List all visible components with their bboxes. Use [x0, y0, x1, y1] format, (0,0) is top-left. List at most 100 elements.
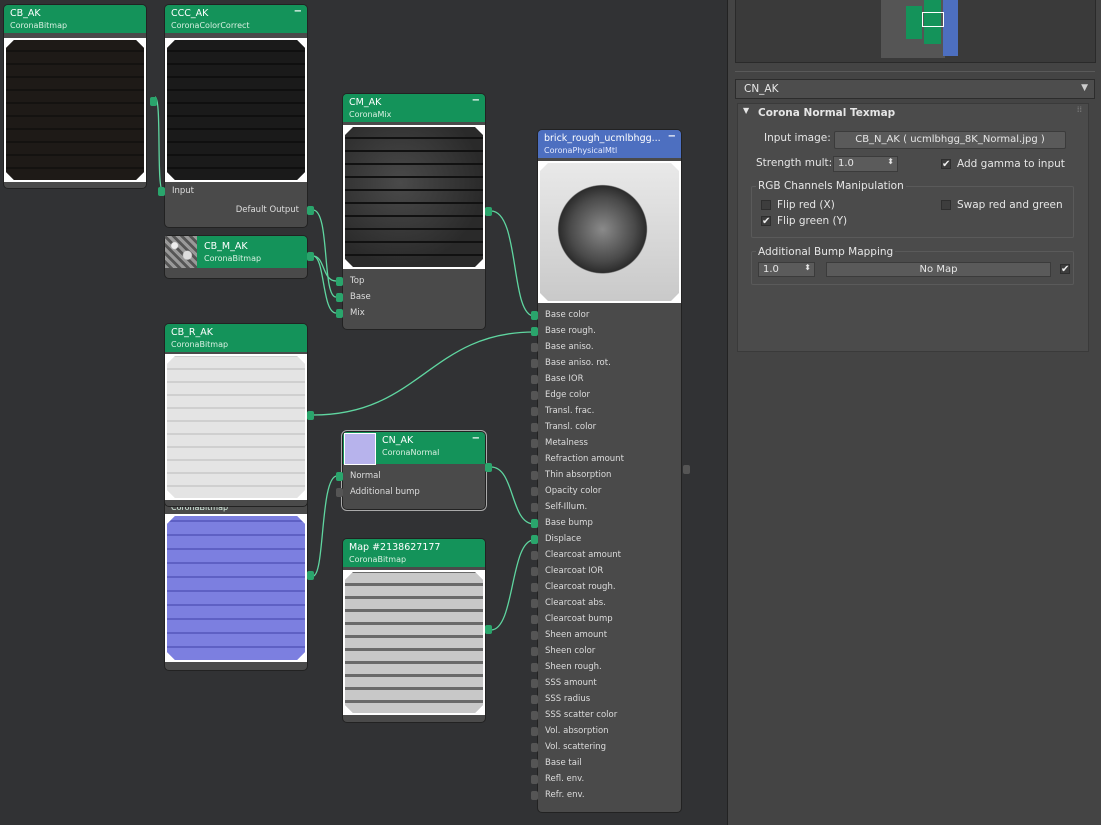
material-slot-pin[interactable]: [531, 695, 538, 704]
node-cb-n-ak[interactable]: CoronaBitmap: [165, 500, 314, 670]
material-slot-pin[interactable]: [531, 503, 538, 512]
node-header[interactable]: brick_rough_ucmlbhgg... CoronaPhysicalMt…: [538, 130, 681, 158]
node-material[interactable]: brick_rough_ucmlbhgg... CoronaPhysicalMt…: [531, 130, 690, 812]
node-header[interactable]: CCC_AK CoronaColorCorrect −: [165, 5, 307, 33]
bump-amount-value: 1.0: [763, 264, 779, 275]
minimize-icon[interactable]: −: [668, 131, 676, 142]
node-header[interactable]: Map #2138627177 CoronaBitmap: [343, 539, 485, 567]
material-slot-pin[interactable]: [531, 647, 538, 656]
swap-red-green-checkbox[interactable]: [941, 200, 951, 210]
material-slot-pin[interactable]: [531, 551, 538, 560]
output-pin[interactable]: [307, 411, 314, 420]
node-cn-ak[interactable]: CN_AK CoronaNormal − Normal Additional b…: [336, 430, 492, 511]
material-slot-pin[interactable]: [531, 455, 538, 464]
flip-green-checkbox[interactable]: ✔: [761, 216, 771, 227]
minimize-icon[interactable]: −: [472, 433, 480, 444]
material-slot-pin[interactable]: [531, 375, 538, 384]
node-cm-ak[interactable]: CM_AK CoronaMix − Top Base Mix: [336, 94, 492, 329]
input-image-button[interactable]: CB_N_AK ( ucmlbhgg_8K_Normal.jpg ): [834, 131, 1066, 149]
slot-input: Input: [172, 186, 195, 196]
node-header[interactable]: CM_AK CoronaMix −: [343, 94, 485, 122]
output-pin[interactable]: [150, 97, 157, 106]
material-slot-pin[interactable]: [531, 759, 538, 768]
node-header[interactable]: CB_AK CoronaBitmap: [4, 5, 146, 33]
node-type: CoronaBitmap: [349, 555, 407, 564]
bump-amount-spinner[interactable]: 1.0 ⬍: [758, 262, 815, 277]
material-slot-pin[interactable]: [531, 311, 538, 320]
texture-thumbnail: [167, 40, 305, 180]
material-slot-pin[interactable]: [531, 439, 538, 448]
material-slot-pin[interactable]: [531, 775, 538, 784]
input-pin-normal[interactable]: [336, 472, 343, 481]
input-image-value: CB_N_AK ( ucmlbhgg_8K_Normal.jpg ): [855, 134, 1045, 145]
minimize-icon[interactable]: −: [472, 95, 480, 106]
material-slot-pin[interactable]: [531, 407, 538, 416]
output-pin[interactable]: [485, 207, 492, 216]
output-pin[interactable]: [307, 571, 314, 580]
flip-red-checkbox[interactable]: [761, 200, 771, 210]
material-slot-pin[interactable]: [531, 391, 538, 400]
input-pin-top[interactable]: [336, 277, 343, 286]
material-slot-pin[interactable]: [531, 615, 538, 624]
slot-normal: Normal: [350, 471, 381, 481]
material-slot-pin[interactable]: [531, 631, 538, 640]
material-slot-pin[interactable]: [531, 727, 538, 736]
rollout-collapse-icon[interactable]: ▼: [743, 106, 749, 115]
material-slot-pin[interactable]: [531, 343, 538, 352]
input-image-label: Input image:: [764, 132, 831, 144]
output-pin[interactable]: [485, 463, 492, 472]
node-map[interactable]: Map #2138627177 CoronaBitmap: [343, 539, 492, 722]
flip-red-label: Flip red (X): [777, 199, 835, 211]
input-pin-mix[interactable]: [336, 309, 343, 318]
material-slot-pin[interactable]: [531, 519, 538, 528]
strength-spinner[interactable]: 1.0 ⬍: [833, 156, 898, 172]
slot-additional-bump: Additional bump: [350, 487, 420, 497]
bump-map-button[interactable]: No Map: [826, 262, 1051, 277]
navigator-viewport[interactable]: [922, 12, 944, 27]
navigator-view[interactable]: [735, 0, 1096, 63]
material-slot-pin[interactable]: [531, 423, 538, 432]
material-slot-label: Base rough.: [545, 326, 596, 336]
rollout-title[interactable]: Corona Normal Texmap: [758, 107, 895, 119]
minimize-icon[interactable]: −: [294, 6, 302, 17]
node-cb-r-ak[interactable]: CB_R_AK CoronaBitmap: [165, 324, 314, 506]
material-slot-pin[interactable]: [531, 663, 538, 672]
input-pin-base[interactable]: [336, 293, 343, 302]
node-ccc-ak[interactable]: CCC_AK CoronaColorCorrect − Input Defaul…: [158, 5, 314, 227]
node-title: CN_AK: [382, 435, 414, 446]
node-selector-dropdown[interactable]: CN_AK ▼: [735, 79, 1095, 99]
node-type: CoronaBitmap: [10, 21, 68, 30]
add-gamma-checkbox[interactable]: ✔: [941, 159, 951, 170]
material-slot-label: Edge color: [545, 390, 591, 400]
node-cb-ak[interactable]: CB_AK CoronaBitmap: [4, 5, 157, 188]
input-pin[interactable]: [158, 187, 165, 196]
material-slot-pin[interactable]: [531, 567, 538, 576]
node-type: CoronaColorCorrect: [171, 21, 250, 30]
material-slot-pin[interactable]: [531, 711, 538, 720]
bump-enabled-checkbox[interactable]: ✔: [1060, 264, 1070, 275]
material-slot-pin[interactable]: [531, 471, 538, 480]
material-slot-pin[interactable]: [531, 599, 538, 608]
node-editor-canvas[interactable]: CB_AK CoronaBitmap CCC_AK CoronaColorCor…: [0, 0, 727, 825]
wire-cm-to-basecolor: [490, 210, 535, 317]
material-slot-pin[interactable]: [531, 487, 538, 496]
material-slot-pin[interactable]: [531, 583, 538, 592]
material-slot-pin[interactable]: [531, 535, 538, 544]
material-slot-pin[interactable]: [531, 327, 538, 336]
wire-map-to-displace: [490, 539, 535, 631]
input-pin-bump[interactable]: [336, 488, 343, 497]
node-header[interactable]: CB_R_AK CoronaBitmap: [165, 324, 307, 352]
material-slot-pin[interactable]: [531, 359, 538, 368]
output-pin[interactable]: [307, 206, 314, 215]
material-slot-pin[interactable]: [531, 679, 538, 688]
material-slot-label: Clearcoat amount: [545, 550, 621, 560]
material-slot-label: SSS amount: [545, 678, 597, 688]
material-slot-pin[interactable]: [531, 743, 538, 752]
node-title: CB_R_AK: [171, 327, 213, 338]
output-pin[interactable]: [485, 625, 492, 634]
output-pin[interactable]: [307, 252, 314, 261]
material-slot-label: Clearcoat IOR: [545, 566, 604, 576]
output-pin[interactable]: [683, 465, 690, 474]
material-slot-pin[interactable]: [531, 791, 538, 800]
node-cb-m-ak[interactable]: CB_M_AK CoronaBitmap: [165, 236, 314, 278]
